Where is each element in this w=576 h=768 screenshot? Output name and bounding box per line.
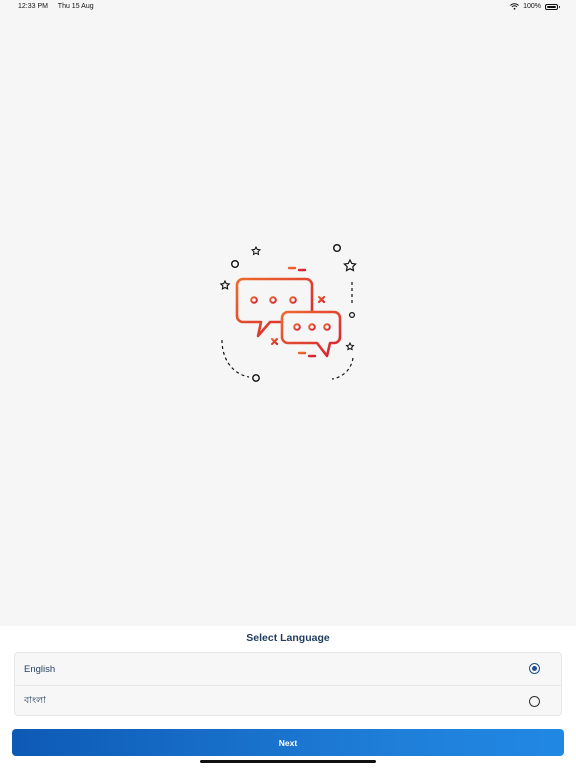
decor-cross: [317, 295, 326, 304]
next-button[interactable]: Next: [12, 729, 564, 756]
decor-dash: [297, 351, 317, 358]
radio-button-selected[interactable]: [529, 663, 540, 674]
radio-button[interactable]: [529, 696, 540, 707]
battery-icon: [545, 3, 560, 10]
decor-star: [250, 245, 262, 256]
decor-dashed-line: [331, 357, 354, 380]
wifi-icon: [510, 3, 519, 10]
language-option-english[interactable]: English: [15, 653, 561, 685]
decor-dash: [287, 266, 307, 272]
language-options-list: English বাংলা: [14, 652, 562, 716]
decor-cross: [270, 337, 279, 346]
battery-percentage: 100%: [523, 3, 541, 10]
status-time: 12:33 PM: [18, 3, 48, 10]
chat-bubbles-icon: [219, 243, 357, 382]
sheet-title: Select Language: [246, 632, 330, 644]
chat-bubble-right: [280, 310, 342, 358]
decor-star: [343, 258, 357, 272]
decor-circle: [231, 260, 240, 269]
decor-dashed-line: [221, 339, 250, 378]
decor-star: [219, 279, 231, 290]
decor-circle: [332, 243, 341, 252]
home-indicator: [200, 760, 376, 763]
decor-circle: [349, 311, 356, 318]
decor-circle: [252, 374, 260, 382]
status-bar: 12:33 PM Thu 15 Aug 100%: [0, 0, 576, 16]
decor-star: [345, 341, 355, 351]
language-option-label: বাংলা: [24, 695, 46, 706]
language-option-bangla[interactable]: বাংলা: [15, 685, 561, 717]
language-option-label: English: [24, 663, 56, 675]
status-date: Thu 15 Aug: [57, 3, 94, 10]
